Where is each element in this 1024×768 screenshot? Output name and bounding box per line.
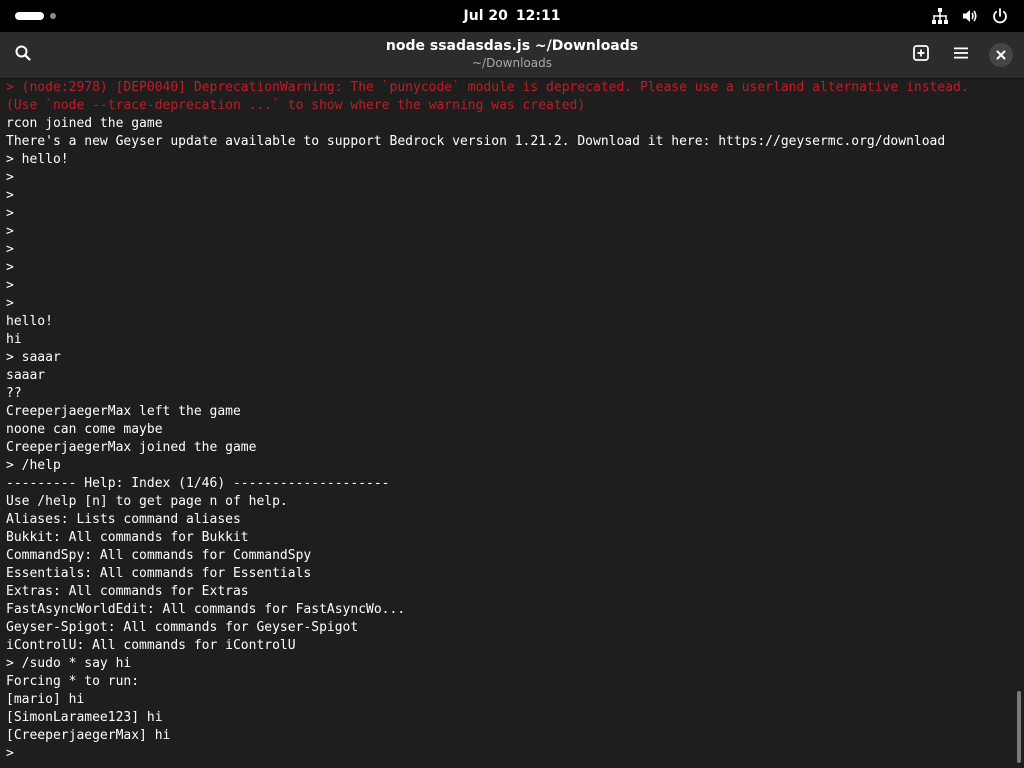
terminal-line: > — [6, 188, 14, 203]
terminal-output: > (node:2978) [DEP0040] DeprecationWarni… — [6, 79, 1012, 763]
terminal-line: > — [6, 296, 14, 311]
terminal-line: ?? — [6, 386, 22, 401]
terminal-line: Essentials: All commands for Essentials — [6, 566, 312, 581]
terminal-line: Bukkit: All commands for Bukkit — [6, 530, 249, 545]
terminal-line: > hello! — [6, 152, 69, 167]
terminal-line: CreeperjaegerMax left the game — [6, 404, 241, 419]
terminal-line: CreeperjaegerMax joined the game — [6, 440, 257, 455]
menu-icon — [952, 44, 970, 66]
volume-icon[interactable] — [960, 6, 980, 26]
terminal-line: > — [6, 260, 14, 275]
terminal-line: > — [6, 206, 14, 221]
terminal-line: iControlU: All commands for iControlU — [6, 638, 296, 653]
terminal-line: rcon joined the game — [6, 116, 163, 131]
terminal-line: CommandSpy: All commands for CommandSpy — [6, 548, 312, 563]
terminal-line: saaar — [6, 368, 46, 383]
terminal-line: --------- Help: Index (1/46) -----------… — [6, 476, 390, 491]
close-window-button[interactable] — [989, 43, 1013, 67]
system-tray[interactable] — [930, 6, 1010, 26]
terminal-line: [CreeperjaegerMax] hi — [6, 728, 171, 743]
power-icon[interactable] — [990, 6, 1010, 26]
terminal-line: Extras: All commands for Extras — [6, 584, 249, 599]
terminal-line: Use /help [n] to get page n of help. — [6, 494, 288, 509]
close-icon — [995, 46, 1007, 65]
terminal-headerbar: node ssadasdas.js ~/Downloads ~/Download… — [0, 32, 1024, 79]
terminal-line: > /sudo * say hi — [6, 656, 132, 671]
clock-date: Jul 20 — [463, 8, 508, 24]
clock[interactable]: Jul 20 12:11 — [0, 0, 1024, 32]
terminal-line: > — [6, 746, 14, 761]
terminal-line: > — [6, 278, 14, 293]
terminal-line: Aliases: Lists command aliases — [6, 512, 241, 527]
terminal-line: hello! — [6, 314, 53, 329]
new-tab-icon — [912, 44, 930, 66]
terminal-line: (Use `node --trace-deprecation ...` to s… — [6, 98, 586, 113]
main-menu-button[interactable] — [946, 40, 976, 70]
window-subtitle: ~/Downloads — [472, 56, 552, 70]
terminal-line: FastAsyncWorldEdit: All commands for Fas… — [6, 602, 406, 617]
window-title-block: node ssadasdas.js ~/Downloads ~/Download… — [0, 37, 1024, 72]
terminal-scrollbar[interactable] — [1017, 691, 1021, 763]
terminal-line: [mario] hi — [6, 692, 85, 707]
terminal-line: > — [6, 242, 14, 257]
terminal-line: Geyser-Spigot: All commands for Geyser-S… — [6, 620, 359, 635]
terminal-view[interactable]: > (node:2978) [DEP0040] DeprecationWarni… — [0, 79, 1024, 768]
terminal-line: > (node:2978) [DEP0040] DeprecationWarni… — [6, 80, 969, 95]
network-icon[interactable] — [930, 6, 950, 26]
terminal-line: [SimonLaramee123] hi — [6, 710, 163, 725]
new-tab-button[interactable] — [906, 40, 936, 70]
window-title: node ssadasdas.js ~/Downloads — [385, 38, 639, 54]
terminal-line: There's a new Geyser update available to… — [6, 134, 946, 149]
clock-time: 12:11 — [515, 8, 561, 24]
system-top-bar: Jul 20 12:11 — [0, 0, 1024, 32]
terminal-line: > saaar — [6, 350, 61, 365]
terminal-line: > — [6, 224, 14, 239]
terminal-line: hi — [6, 332, 22, 347]
terminal-line: Forcing * to run: — [6, 674, 140, 689]
terminal-line: > — [6, 170, 14, 185]
terminal-line: noone can come maybe — [6, 422, 163, 437]
terminal-line: > /help — [6, 458, 61, 473]
